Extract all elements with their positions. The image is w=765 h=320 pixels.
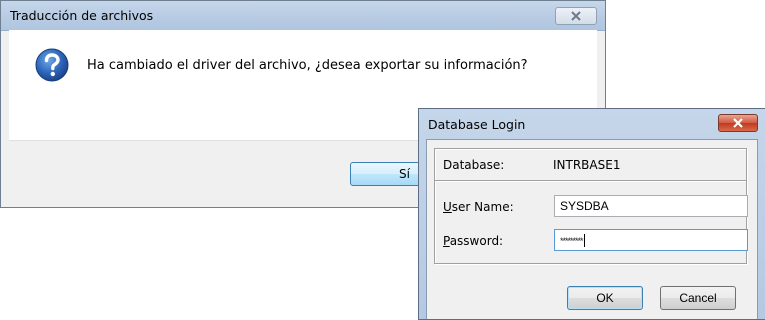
question-icon (35, 48, 69, 82)
login-dialog-title: Database Login (428, 117, 526, 132)
login-dialog-close-button[interactable] (718, 114, 758, 132)
close-icon (733, 118, 743, 128)
user-name-label-text: ser Name: (451, 200, 514, 214)
translate-dialog-close-button[interactable] (555, 7, 597, 25)
user-name-input[interactable] (554, 195, 748, 217)
translate-dialog-message: Ha cambiado el driver del archivo, ¿dese… (87, 58, 528, 73)
database-value: INTRBASE1 (553, 158, 621, 172)
password-label: Password: (443, 234, 503, 248)
password-label-text: assword: (449, 234, 504, 248)
login-dialog-titlebar[interactable]: Database Login (419, 109, 765, 139)
password-input[interactable]: ********* (554, 229, 748, 251)
group-divider (435, 180, 746, 182)
translate-dialog-title: Traducción de archivos (10, 8, 154, 23)
login-fields-group: Database: INTRBASE1 User Name: Password:… (434, 148, 748, 264)
translate-dialog-titlebar[interactable]: Traducción de archivos (1, 1, 605, 31)
cancel-button[interactable]: Cancel (660, 286, 736, 310)
ok-button[interactable]: OK (567, 286, 643, 310)
database-label: Database: (443, 158, 505, 172)
login-dialog-body: Database: INTRBASE1 User Name: Password:… (426, 139, 758, 319)
password-label-accelerator: P (443, 234, 450, 248)
database-login-dialog: Database Login Database: INTRBASE1 User … (418, 108, 765, 320)
text-cursor (583, 234, 585, 248)
password-masked-value: ********* (560, 236, 584, 246)
close-icon (571, 11, 581, 21)
user-name-label: User Name: (443, 200, 514, 214)
user-name-label-accelerator: U (443, 200, 452, 214)
